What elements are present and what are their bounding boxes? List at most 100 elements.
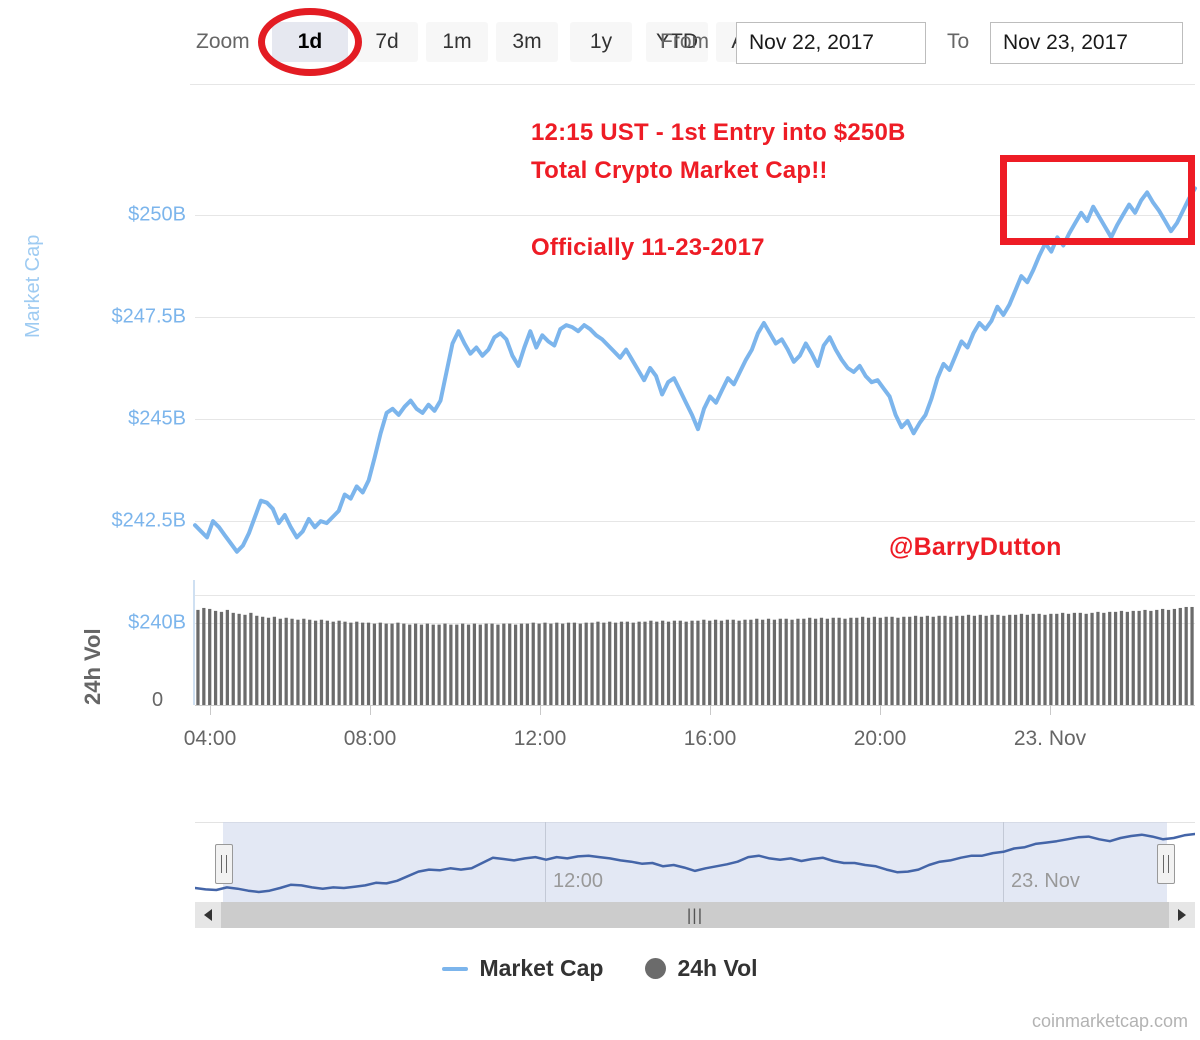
volume-bar — [655, 621, 659, 705]
volume-bar — [978, 614, 982, 705]
volume-bar — [549, 623, 553, 705]
legend-line-icon — [442, 966, 469, 971]
volume-bar — [908, 616, 912, 705]
volume-bar — [966, 614, 971, 705]
range-button-1m[interactable]: 1m — [426, 22, 488, 62]
volume-bar — [1043, 614, 1047, 705]
to-label: To — [947, 30, 970, 53]
legend-dot-icon — [645, 958, 667, 979]
volume-bar — [231, 612, 235, 705]
volume-bar — [661, 620, 665, 705]
zoom-label: Zoom — [196, 30, 250, 53]
volume-zero-tick-label: 0 — [152, 689, 164, 711]
y-axis-tick-label: $247.5B — [111, 305, 186, 328]
volume-bar — [1061, 612, 1065, 705]
chart-navigator[interactable]: 12:00 23. Nov — [195, 822, 1195, 902]
x-axis-tick-mark — [370, 705, 371, 715]
scrollbar-grip[interactable]: ||| — [687, 907, 703, 924]
volume-bar — [490, 623, 494, 705]
navigator-xlabel-2: 23. Nov — [1011, 870, 1080, 892]
volume-bar — [278, 618, 282, 705]
volume-bar — [896, 617, 900, 705]
annotation-line-3: Officially 11-23-2017 — [531, 234, 765, 261]
volume-bar — [1025, 614, 1029, 705]
volume-bar — [749, 619, 753, 705]
volume-bar — [213, 610, 218, 705]
legend-item-market-cap[interactable]: Market Cap — [442, 955, 603, 982]
from-date-input[interactable]: Nov 22, 2017 — [736, 22, 926, 64]
volume-bar — [925, 615, 929, 705]
volume-bar — [902, 616, 906, 705]
volume-bar — [1184, 606, 1188, 705]
navigator-handle-left[interactable] — [215, 844, 233, 884]
volume-bar — [672, 620, 677, 705]
volume-bar — [302, 618, 306, 705]
volume-bar — [696, 620, 700, 705]
volume-bar — [296, 619, 300, 705]
volume-bar — [543, 622, 547, 705]
volume-bar — [590, 622, 594, 705]
range-button-7d[interactable]: 7d — [356, 22, 418, 62]
volume-bar — [1072, 612, 1077, 705]
navigator-handle-right[interactable] — [1157, 844, 1175, 884]
scrollbar-left-arrow-icon[interactable] — [195, 902, 221, 928]
volume-bar — [1143, 609, 1147, 705]
volume-bar — [849, 617, 853, 705]
volume-bar — [690, 620, 694, 705]
volume-bar — [1166, 609, 1171, 705]
volume-bar — [261, 616, 265, 705]
volume-bar — [1149, 610, 1153, 705]
volume-bar — [449, 624, 453, 705]
volume-bar — [861, 616, 865, 705]
range-button-1d[interactable]: 1d — [272, 22, 348, 62]
volume-bar — [613, 622, 618, 705]
x-axis-tick-mark — [710, 705, 711, 715]
x-axis-tick-label: 23. Nov — [1013, 727, 1087, 750]
volume-bar — [731, 619, 735, 705]
volume-bar — [1049, 613, 1053, 705]
x-axis-tick-label: 04:00 — [183, 727, 237, 750]
volume-bar — [1066, 613, 1071, 705]
volume-bar — [266, 617, 271, 705]
y-axis-tick-label: $242.5B — [111, 509, 186, 532]
volume-bar — [331, 621, 335, 705]
volume-bar — [890, 616, 894, 705]
volume-bar — [678, 620, 682, 705]
volume-bar — [513, 624, 518, 705]
annotation-line-2: Total Crypto Market Cap!! — [531, 157, 828, 184]
volume-bar — [561, 623, 565, 705]
volume-bar — [343, 621, 347, 705]
volume-bar — [943, 615, 947, 705]
volume-bar — [431, 624, 435, 705]
to-date-input[interactable]: Nov 23, 2017 — [990, 22, 1183, 64]
volume-bar — [1096, 611, 1100, 705]
volume-bar — [755, 618, 759, 705]
y-axis-title-24h-vol: 24h Vol — [80, 628, 105, 705]
volume-bar — [855, 617, 859, 705]
volume-bar — [884, 616, 888, 705]
x-axis-line — [195, 705, 1195, 706]
volume-bar — [372, 623, 377, 705]
legend-item-24h-vol[interactable]: 24h Vol — [645, 955, 758, 982]
volume-bar — [308, 619, 312, 705]
legend-label-24h-vol: 24h Vol — [677, 955, 758, 981]
volume-bar — [878, 617, 882, 705]
range-button-1y[interactable]: 1y — [570, 22, 632, 62]
volume-bar — [643, 621, 647, 705]
volume-bar — [461, 623, 465, 705]
volume-bar — [437, 624, 441, 705]
volume-bar — [1125, 611, 1129, 705]
chart-scrollbar[interactable]: ||| — [195, 902, 1195, 928]
scrollbar-right-arrow-icon[interactable] — [1169, 902, 1195, 928]
source-credit: coinmarketcap.com — [1031, 1011, 1188, 1031]
volume-bar — [761, 619, 765, 705]
volume-bar — [396, 622, 400, 705]
volume-bar — [619, 621, 624, 705]
volume-bar — [578, 623, 582, 705]
from-label: From — [660, 30, 709, 53]
volume-bar — [1084, 613, 1088, 705]
volume-bar — [666, 621, 671, 705]
range-button-3m[interactable]: 3m — [496, 22, 558, 62]
volume-bar — [913, 615, 918, 705]
volume-bar — [1108, 611, 1112, 705]
